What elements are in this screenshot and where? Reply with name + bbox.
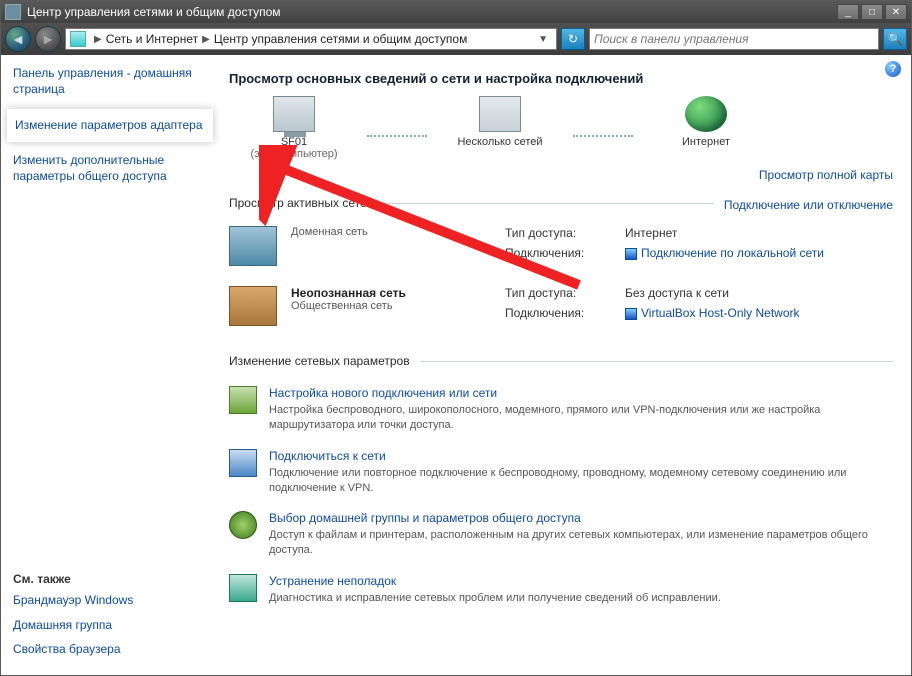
sidebar-link-advanced[interactable]: Изменить дополнительные параметры общего… [13, 152, 207, 184]
see-also-heading: См. также [13, 572, 207, 586]
map-node-networks[interactable]: Несколько сетей [435, 96, 565, 148]
sidebar-link-adapter[interactable]: Изменение параметров адаптера [15, 117, 205, 133]
network2-title: Неопознанная сеть [291, 286, 491, 300]
network1-type: Доменная сеть [291, 226, 491, 238]
page-heading: Просмотр основных сведений о сети и наст… [229, 71, 893, 86]
task-troubleshoot-desc: Диагностика и исправление сетевых пробле… [269, 591, 721, 606]
net1-conn-label: Подключения: [505, 246, 615, 260]
sidebar-highlighted-item: Изменение параметров адаптера [7, 109, 213, 141]
task-homegroup-desc: Доступ к файлам и принтерам, расположенн… [269, 528, 893, 558]
active-networks-group: Просмотр активных сетей Подключение или … [229, 196, 893, 340]
network-center-window: Центр управления сетями и общим доступом… [0, 0, 912, 676]
network-entry-unidentified: Неопознанная сеть Общественная сеть Тип … [229, 280, 893, 340]
task-homegroup: Выбор домашней группы и параметров общег… [229, 503, 893, 566]
active-networks-legend: Просмотр активных сетей [229, 196, 383, 210]
task-troubleshoot-link[interactable]: Устранение неполадок [269, 574, 721, 588]
task-new-connection-desc: Настройка беспроводного, широкополосного… [269, 403, 893, 433]
net2-access-value: Без доступа к сети [625, 286, 893, 300]
net2-connection-link[interactable]: VirtualBox Host-Only Network [641, 306, 800, 320]
new-connection-icon [229, 386, 257, 414]
address-bar: ◄ ► ▶ Сеть и Интернет ▶ Центр управления… [1, 23, 911, 55]
map-connector [573, 135, 633, 137]
close-button[interactable]: ✕ [885, 4, 907, 20]
search-button[interactable]: 🔍 [883, 28, 907, 50]
view-full-map-link[interactable]: Просмотр полной карты [759, 168, 893, 182]
refresh-button[interactable]: ↻ [561, 28, 585, 50]
minimize-button[interactable]: _ [837, 4, 859, 20]
help-icon[interactable]: ? [885, 61, 901, 77]
window-title: Центр управления сетями и общим доступом [27, 5, 281, 19]
map-node1-label: SF01 [281, 136, 307, 148]
map-connector [367, 135, 427, 137]
map-node-this-pc[interactable]: SF01 (этот компьютер) [229, 96, 359, 160]
homegroup-icon [229, 511, 257, 539]
lan-icon [625, 308, 637, 320]
net2-access-label: Тип доступа: [505, 286, 615, 300]
breadcrumb-part2[interactable]: Центр управления сетями и общим доступом [214, 32, 468, 46]
search-box[interactable] [589, 28, 879, 50]
chevron-right-icon: ▶ [94, 34, 102, 45]
chevron-right-icon: ▶ [202, 34, 210, 45]
sidebar-link-firewall[interactable]: Брандмауэр Windows [13, 592, 207, 608]
connect-disconnect-link[interactable]: Подключение или отключение [714, 198, 893, 212]
sidebar-link-home[interactable]: Панель управления - домашняя страница [13, 65, 207, 97]
content-area: Панель управления - домашняя страница Из… [1, 55, 911, 675]
network2-type: Общественная сеть [291, 300, 491, 312]
connect-network-icon [229, 449, 257, 477]
task-connect: Подключиться к сети Подключение или повт… [229, 441, 893, 504]
public-network-icon [229, 286, 277, 326]
map-node3-label: Интернет [682, 136, 730, 148]
task-homegroup-link[interactable]: Выбор домашней группы и параметров общег… [269, 511, 893, 525]
map-node1-sublabel: (этот компьютер) [250, 148, 337, 160]
sidebar-link-homegroup[interactable]: Домашняя группа [13, 617, 207, 633]
task-troubleshoot: Устранение неполадок Диагностика и испра… [229, 566, 893, 614]
nav-forward-button[interactable]: ► [35, 26, 61, 52]
change-settings-group: Изменение сетевых параметров Настройка н… [229, 354, 893, 614]
net1-connection-link[interactable]: Подключение по локальной сети [641, 246, 824, 260]
net2-conn-label: Подключения: [505, 306, 615, 320]
task-new-connection-link[interactable]: Настройка нового подключения или сети [269, 386, 893, 400]
task-connect-link[interactable]: Подключиться к сети [269, 449, 893, 463]
network-map: SF01 (этот компьютер) Несколько сетей Ин… [229, 96, 893, 182]
breadcrumb-part1[interactable]: Сеть и Интернет [106, 32, 198, 46]
change-settings-legend: Изменение сетевых параметров [229, 354, 420, 368]
window-icon [5, 4, 21, 20]
network-icon [479, 96, 521, 132]
maximize-button[interactable]: □ [861, 4, 883, 20]
computer-icon [273, 96, 315, 132]
main-content: ? Просмотр основных сведений о сети и на… [219, 55, 911, 675]
net1-access-label: Тип доступа: [505, 226, 615, 240]
troubleshoot-icon [229, 574, 257, 602]
net1-access-value: Интернет [625, 226, 893, 240]
sidebar: Панель управления - домашняя страница Из… [1, 55, 219, 675]
breadcrumb-bar[interactable]: ▶ Сеть и Интернет ▶ Центр управления сет… [65, 28, 557, 50]
map-node-internet[interactable]: Интернет [641, 96, 771, 148]
sidebar-link-browser-props[interactable]: Свойства браузера [13, 641, 207, 657]
nav-back-button[interactable]: ◄ [5, 26, 31, 52]
map-node2-label: Несколько сетей [457, 136, 542, 148]
task-connect-desc: Подключение или повторное подключение к … [269, 466, 893, 496]
chevron-down-icon[interactable]: ▼ [538, 34, 548, 45]
lan-icon [625, 248, 637, 260]
network-entry-domain: Доменная сеть Тип доступа: Интернет Подк… [229, 220, 893, 280]
titlebar: Центр управления сетями и общим доступом… [1, 1, 911, 23]
search-input[interactable] [594, 32, 874, 46]
control-panel-icon [70, 31, 86, 47]
globe-icon [685, 96, 727, 132]
task-new-connection: Настройка нового подключения или сети На… [229, 378, 893, 441]
domain-network-icon [229, 226, 277, 266]
